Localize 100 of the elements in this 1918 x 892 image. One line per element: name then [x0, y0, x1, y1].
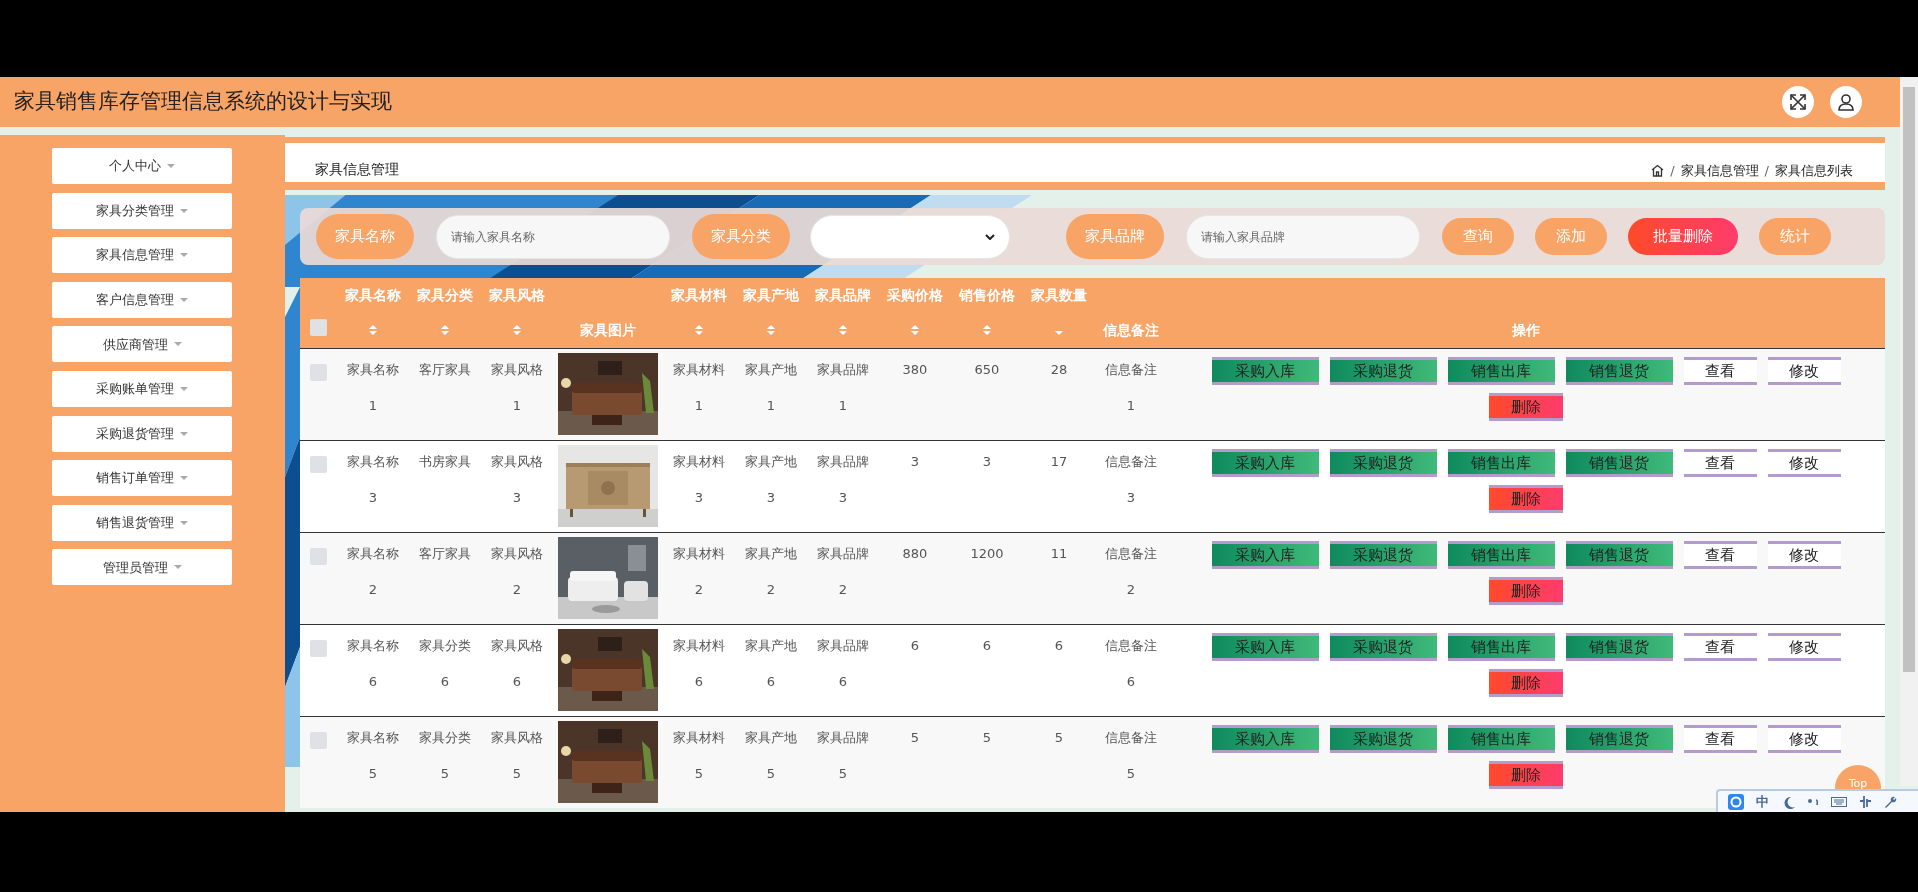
- action-button[interactable]: 销售出库: [1447, 448, 1555, 477]
- action-button[interactable]: 采购入库: [1211, 632, 1319, 661]
- table-cell-text: 家具名称6: [346, 636, 400, 691]
- sort-icon[interactable]: [440, 324, 450, 337]
- action-button[interactable]: 销售出库: [1447, 724, 1555, 753]
- action-button[interactable]: 查看: [1683, 632, 1757, 661]
- action-button[interactable]: 采购退货: [1329, 356, 1437, 385]
- column-header: 信息备注: [1103, 321, 1159, 338]
- sidebar-item[interactable]: 家具信息管理: [52, 237, 232, 274]
- breadcrumb-link[interactable]: 家具信息列表: [1775, 160, 1853, 180]
- table-cell-text: 17: [1050, 452, 1068, 471]
- action-button[interactable]: 采购入库: [1211, 356, 1319, 385]
- sidebar-item[interactable]: 销售订单管理: [52, 460, 232, 497]
- action-button[interactable]: 销售退货: [1565, 540, 1673, 569]
- delete-button[interactable]: 删除: [1489, 484, 1563, 513]
- row-checkbox[interactable]: [310, 731, 327, 749]
- row-checkbox[interactable]: [310, 363, 327, 381]
- breadcrumb-link[interactable]: 家具信息管理: [1680, 160, 1759, 180]
- table-cell-text: 6: [910, 636, 920, 655]
- sidebar-item[interactable]: 采购账单管理: [52, 370, 232, 407]
- delete-button[interactable]: 删除: [1489, 576, 1563, 605]
- caret-icon: [180, 476, 188, 481]
- action-button[interactable]: 销售退货: [1565, 724, 1673, 753]
- sort-icon[interactable]: [694, 324, 704, 337]
- action-button[interactable]: 销售退货: [1565, 632, 1673, 661]
- table-cell-text: 650: [974, 360, 1000, 379]
- sort-icon[interactable]: [982, 324, 992, 337]
- action-button[interactable]: 查看: [1683, 356, 1757, 385]
- caret-icon: [173, 342, 182, 347]
- action-button[interactable]: 采购退货: [1329, 448, 1437, 477]
- sidebar-item[interactable]: 家具分类管理: [52, 192, 232, 229]
- row-checkbox[interactable]: [310, 639, 327, 657]
- search-field[interactable]: 请输入家具品牌: [1186, 214, 1420, 259]
- table-cell-text: 家具材料5: [672, 728, 726, 783]
- delete-button[interactable]: 删除: [1489, 392, 1563, 421]
- sort-icon[interactable]: [766, 324, 776, 337]
- field-label: 家具名称: [316, 214, 414, 259]
- search-field[interactable]: 请输入家具名称: [436, 214, 670, 259]
- action-button[interactable]: 销售退货: [1565, 448, 1673, 477]
- sort-icon[interactable]: [910, 324, 920, 337]
- action-button[interactable]: 修改: [1767, 724, 1841, 753]
- sort-icon[interactable]: [368, 324, 378, 337]
- table-cell-text: 家具名称2: [346, 544, 400, 599]
- action-button[interactable]: 销售出库: [1447, 632, 1555, 661]
- table-cell-text: 家具风格1: [490, 360, 544, 415]
- keyboard-icon: [1831, 796, 1847, 807]
- select-all-checkbox[interactable]: [310, 318, 327, 336]
- action-button[interactable]: 采购退货: [1329, 724, 1437, 753]
- delete-button[interactable]: 删除: [1489, 760, 1563, 789]
- action-button[interactable]: 修改: [1767, 356, 1841, 385]
- column-header: 家具图片: [580, 321, 636, 338]
- action-button[interactable]: 采购退货: [1329, 540, 1437, 569]
- row-checkbox[interactable]: [310, 455, 327, 473]
- action-button[interactable]: 修改: [1767, 448, 1841, 477]
- table-cell-text: 6: [982, 636, 992, 655]
- action-button[interactable]: 销售出库: [1447, 540, 1555, 569]
- action-button[interactable]: 采购退货: [1329, 632, 1437, 661]
- sidebar-item[interactable]: 供应商管理: [52, 326, 232, 363]
- action-button[interactable]: 修改: [1767, 632, 1841, 661]
- sort-icon[interactable]: [512, 324, 522, 337]
- user-button[interactable]: [1830, 86, 1862, 118]
- sort-icon[interactable]: [838, 324, 848, 337]
- table-cell-text: 家具品牌5: [816, 728, 870, 783]
- action-button[interactable]: 查看: [1683, 448, 1757, 477]
- action-button[interactable]: 采购入库: [1211, 540, 1319, 569]
- scrollbar[interactable]: [1900, 77, 1918, 786]
- input-mode-toggle[interactable]: 中: [1756, 795, 1769, 808]
- action-button[interactable]: 查看: [1683, 724, 1757, 753]
- table-cell-text: 家具材料6: [672, 636, 726, 691]
- sidebar-item[interactable]: 销售退货管理: [52, 504, 232, 541]
- table-cell-text: 家具风格6: [490, 636, 544, 691]
- table-cell-text: 客厅家具: [419, 544, 471, 563]
- sidebar-item[interactable]: 管理员管理: [52, 549, 232, 586]
- toolbar-button[interactable]: 批量删除: [1628, 218, 1738, 255]
- action-button[interactable]: 修改: [1767, 540, 1841, 569]
- sidebar-item[interactable]: 个人中心: [52, 148, 232, 184]
- fullscreen-button[interactable]: [1782, 86, 1814, 118]
- table-cell-text: 5: [1054, 728, 1064, 747]
- caret-icon: [173, 565, 182, 570]
- action-button[interactable]: 查看: [1683, 540, 1757, 569]
- wrench-icon: [1883, 794, 1897, 809]
- sidebar-item[interactable]: 采购退货管理: [52, 415, 232, 452]
- select-field[interactable]: [810, 214, 1010, 259]
- table-cell-text: 家具材料1: [672, 360, 726, 415]
- table-cell-text: 家具材料3: [672, 452, 726, 507]
- table-cell-text: 家具风格5: [490, 728, 544, 783]
- action-button[interactable]: 采购入库: [1211, 448, 1319, 477]
- breadcrumb-separator: /: [1763, 161, 1770, 180]
- table-cell-text: 家具品牌6: [816, 636, 870, 691]
- sidebar-item[interactable]: 客户信息管理: [52, 281, 232, 318]
- delete-button[interactable]: 删除: [1489, 668, 1563, 697]
- caret-icon: [180, 253, 188, 258]
- table-cell-text: 家具产地5: [744, 728, 798, 783]
- action-button[interactable]: 销售出库: [1447, 356, 1555, 385]
- table-cell-text: 880: [902, 544, 928, 563]
- row-checkbox[interactable]: [310, 547, 327, 565]
- action-button[interactable]: 采购入库: [1211, 724, 1319, 753]
- table-cell-text: 11: [1050, 544, 1068, 563]
- action-button[interactable]: 销售退货: [1565, 356, 1673, 385]
- table-cell-text: 家具产地2: [744, 544, 798, 599]
